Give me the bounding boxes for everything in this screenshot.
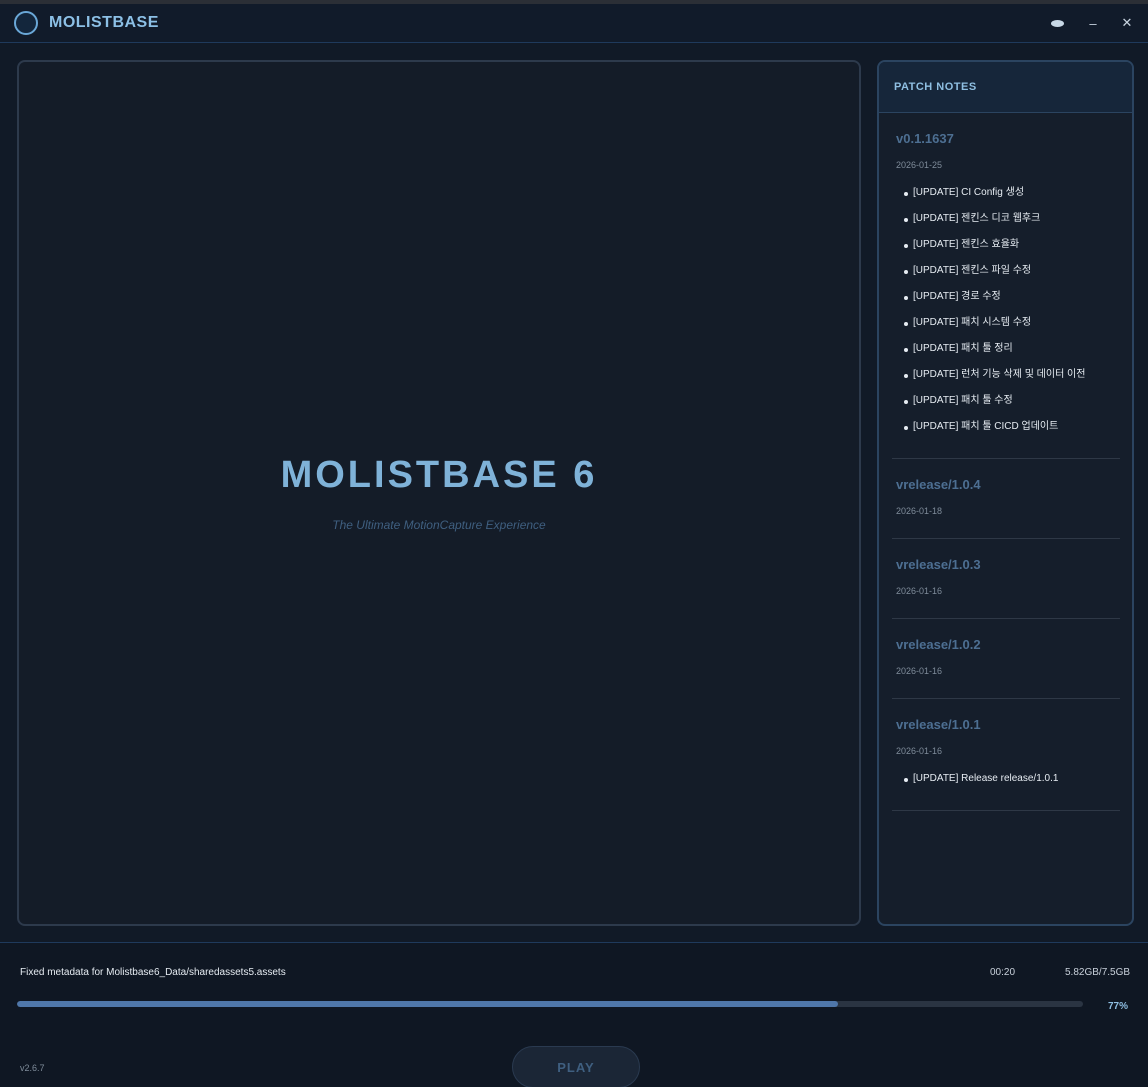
- release-date: 2026-01-16: [896, 746, 943, 756]
- release-version: vrelease/1.0.4: [896, 477, 981, 492]
- release-item: [UPDATE] Release release/1.0.1: [904, 772, 1120, 798]
- status-message: Fixed metadata for Molistbase6_Data/shar…: [20, 967, 286, 978]
- release-item: [UPDATE] 젠킨스 디코 웹후크: [904, 212, 1120, 238]
- progress-percent: 77%: [1108, 1001, 1129, 1012]
- release-entry[interactable]: vrelease/1.0.4 2026-01-18: [892, 459, 1120, 539]
- patch-notes-header: PATCH NOTES: [879, 62, 1132, 113]
- play-button[interactable]: PLAY: [512, 1046, 640, 1087]
- release-item: [UPDATE] 패치 시스템 수정: [904, 316, 1120, 342]
- release-items: [UPDATE] CI Config 생성 [UPDATE] 젠킨스 디코 웹후크…: [896, 186, 1120, 446]
- release-item: [UPDATE] 경로 수정: [904, 290, 1120, 316]
- release-item: [UPDATE] 런처 기능 삭제 및 데이터 이전: [904, 368, 1120, 394]
- bottom-bar: Fixed metadata for Molistbase6_Data/shar…: [0, 942, 1148, 1087]
- release-version: vrelease/1.0.1: [896, 717, 981, 732]
- release-item: [UPDATE] 젠킨스 효율화: [904, 238, 1120, 264]
- release-version: vrelease/1.0.2: [896, 637, 981, 652]
- release-date: 2026-01-18: [896, 506, 943, 516]
- progress-fill: [17, 1001, 838, 1007]
- hero-title: MOLISTBASE 6: [280, 454, 598, 496]
- pill-shape: [1050, 19, 1064, 27]
- launcher-window: MOLISTBASE – ✕ MOLISTBASE 6 The Ultimate…: [0, 0, 1148, 1087]
- release-version: vrelease/1.0.3: [896, 557, 981, 572]
- pill-icon[interactable]: [1044, 10, 1070, 36]
- release-date: 2026-01-25: [896, 160, 943, 170]
- release-item: [UPDATE] 패치 툴 CICD 업데이트: [904, 420, 1120, 446]
- release-list: v0.1.1637 2026-01-25 [UPDATE] CI Config 생성…: [879, 113, 1132, 811]
- app-logo-icon: [14, 11, 38, 35]
- launcher-version: v2.6.7: [20, 1063, 45, 1073]
- release-version: v0.1.1637: [896, 131, 954, 146]
- hero-panel: MOLISTBASE 6 The Ultimate MotionCapture …: [17, 60, 861, 926]
- title-bar[interactable]: MOLISTBASE – ✕: [0, 4, 1148, 43]
- close-button[interactable]: ✕: [1114, 10, 1140, 36]
- elapsed-time: 00:20: [990, 967, 1016, 978]
- release-items: [UPDATE] Release release/1.0.1: [896, 772, 1120, 798]
- app-title: MOLISTBASE: [49, 14, 159, 31]
- minimize-button[interactable]: –: [1080, 10, 1106, 36]
- release-date: 2026-01-16: [896, 666, 943, 676]
- release-entry[interactable]: vrelease/1.0.1 2026-01-16 [UPDATE] Release…: [892, 699, 1120, 811]
- progress-bar: [17, 1001, 1083, 1007]
- release-date: 2026-01-16: [896, 586, 943, 596]
- release-entry[interactable]: vrelease/1.0.3 2026-01-16: [892, 539, 1120, 619]
- release-item: [UPDATE] 패치 툴 수정: [904, 394, 1120, 420]
- release-entry[interactable]: v0.1.1637 2026-01-25 [UPDATE] CI Config 생성…: [892, 113, 1120, 459]
- hero-subtitle: The Ultimate MotionCapture Experience: [332, 518, 546, 532]
- download-size: 5.82GB/7.5GB: [1065, 967, 1131, 978]
- release-entry[interactable]: vrelease/1.0.2 2026-01-16: [892, 619, 1120, 699]
- release-item: [UPDATE] 패치 툴 정리: [904, 342, 1120, 368]
- release-item: [UPDATE] 젠킨스 파일 수정: [904, 264, 1120, 290]
- release-item: [UPDATE] CI Config 생성: [904, 186, 1120, 212]
- patch-notes-panel[interactable]: PATCH NOTES v0.1.1637 2026-01-25 [UPDATE] …: [877, 60, 1134, 926]
